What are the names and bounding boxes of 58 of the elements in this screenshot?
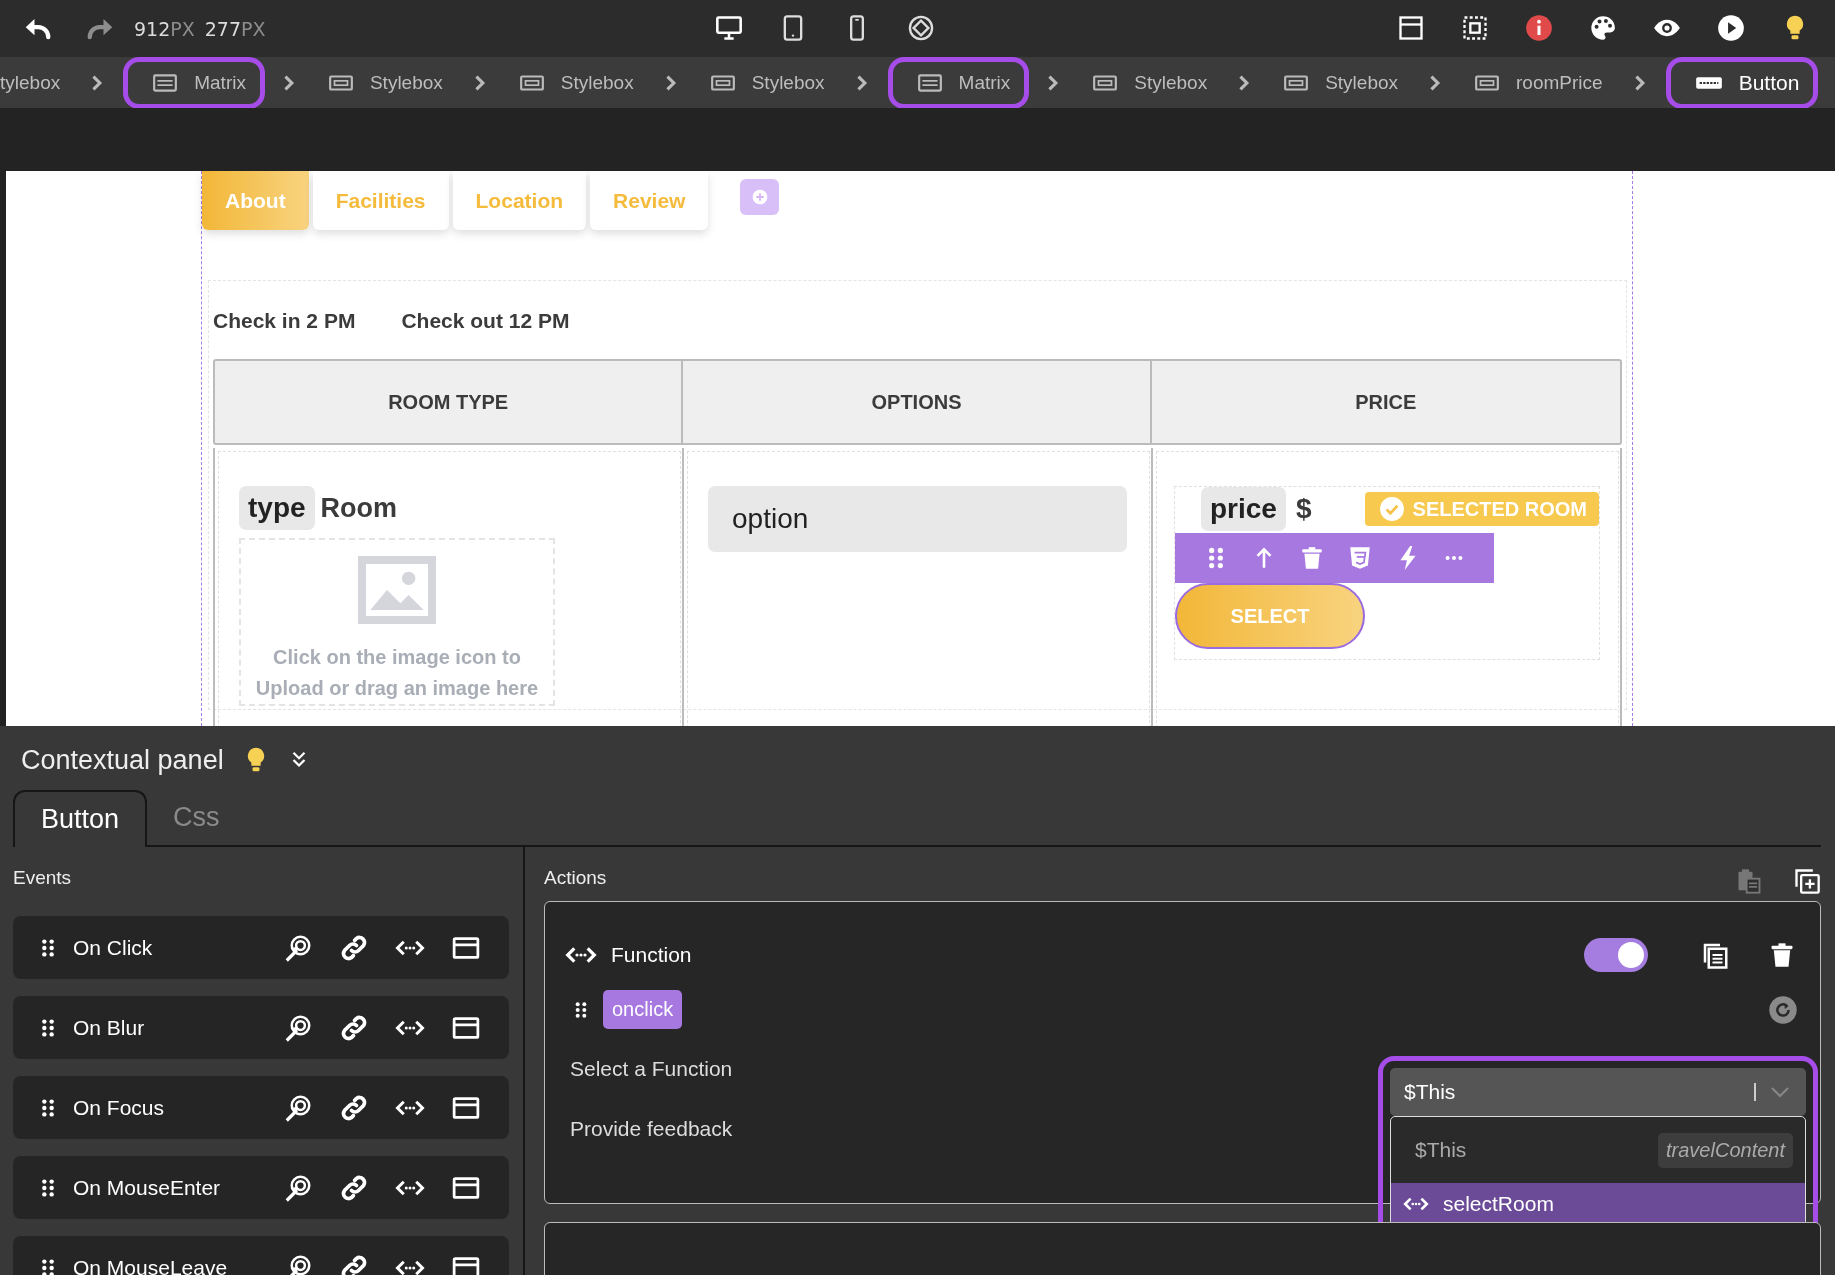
desktop-icon[interactable]: [715, 14, 743, 42]
option-label: selectRoom: [1443, 1192, 1555, 1216]
price-tag: price: [1201, 487, 1286, 531]
check-circle-icon: [1378, 496, 1405, 522]
event-label: On MouseEnter: [73, 1175, 222, 1200]
breadcrumb-item[interactable]: roomPrice: [1461, 57, 1616, 108]
section-label: Events: [13, 867, 73, 889]
parameter-tag: onclick: [603, 990, 683, 1029]
upload-hint: Click on the image icon to Upload or drag an image here: [254, 645, 540, 701]
event-label: On Click: [73, 935, 154, 960]
column-header: PRICE: [1354, 389, 1418, 415]
toggle-switch[interactable]: [1584, 938, 1648, 972]
breadcrumb-item[interactable]: Stylebox: [1270, 57, 1412, 108]
event-row[interactable]: On MouseLeave: [13, 1236, 509, 1275]
event-row[interactable]: On Click: [13, 916, 509, 979]
event-row[interactable]: On MouseEnter: [13, 1156, 509, 1219]
option-label: $This: [1415, 1138, 1468, 1162]
field-label: Provide feedback: [569, 1117, 734, 1141]
currency-symbol: $: [1295, 493, 1312, 525]
shield-icon[interactable]: [1347, 545, 1373, 571]
event-row[interactable]: On Blur: [13, 996, 509, 1059]
badge-label: SELECTED ROOM: [1412, 497, 1587, 521]
dimension-readout: 277PX: [204, 17, 266, 40]
option-tag: option: [708, 486, 1127, 552]
tab[interactable]: Css: [147, 790, 246, 845]
dropdown-option[interactable]: $This travelContent: [1391, 1117, 1805, 1183]
grid-icon[interactable]: [1461, 14, 1489, 42]
event-label: On Blur: [73, 1015, 146, 1040]
function-select[interactable]: $This: [1390, 1068, 1806, 1116]
event-row[interactable]: On Focus: [13, 1076, 509, 1139]
column-header: OPTIONS: [683, 361, 1152, 443]
breadcrumb-item[interactable]: Stylebox: [505, 57, 647, 108]
rotate-icon[interactable]: [907, 14, 935, 42]
play-icon[interactable]: [1717, 14, 1745, 42]
column-header: ROOM TYPE: [215, 361, 684, 443]
event-label: On Focus: [73, 1095, 166, 1120]
type-tag: type: [239, 486, 315, 530]
check-time: Check out 12 PM: [401, 309, 570, 333]
section-label: Actions: [544, 867, 607, 889]
breadcrumb-item[interactable]: Stylebox: [314, 57, 456, 108]
scope-tag: travelContent: [1658, 1132, 1793, 1168]
breadcrumb-item[interactable]: tylebox: [0, 57, 74, 108]
room-label: Room: [320, 492, 398, 524]
action-type: Function: [611, 943, 693, 967]
reset-icon[interactable]: [1768, 994, 1798, 1025]
tab[interactable]: Button: [13, 790, 148, 847]
panel-title: Contextual panel: [21, 744, 224, 776]
field-label: Select a Function: [569, 1057, 734, 1081]
dropdown-option[interactable]: selectRoom: [1391, 1183, 1805, 1225]
info-icon[interactable]: [1525, 14, 1553, 42]
dimension-readout: 912PX: [134, 17, 195, 40]
layout-icon[interactable]: [1397, 14, 1425, 42]
event-label: On MouseLeave: [73, 1255, 229, 1275]
add-copy-icon[interactable]: [1793, 867, 1821, 895]
breadcrumb-item[interactable]: Stylebox: [1079, 57, 1221, 108]
breadcrumb-item[interactable]: Stylebox: [696, 57, 838, 108]
palette-icon[interactable]: [1589, 14, 1617, 42]
check-time: Check in 2 PM: [213, 309, 356, 333]
